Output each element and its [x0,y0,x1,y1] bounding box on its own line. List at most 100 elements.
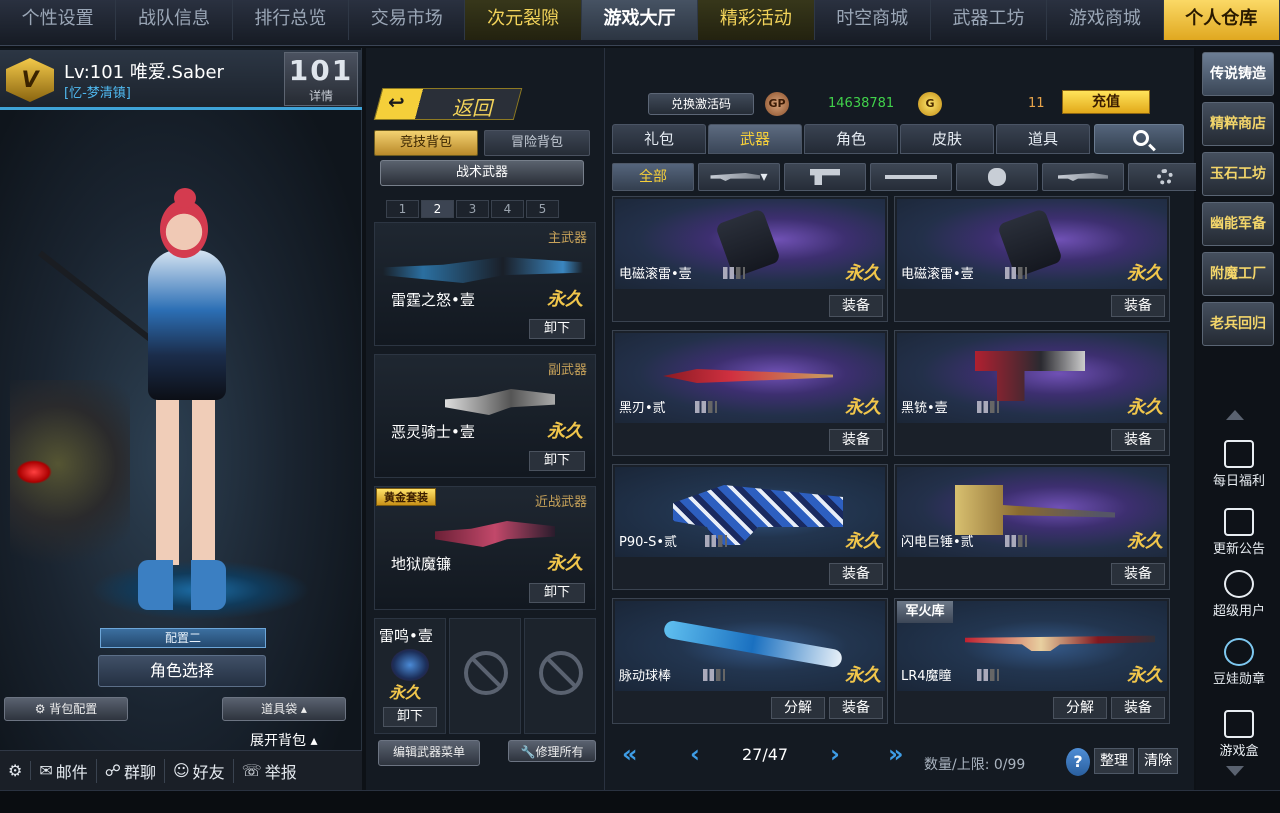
nav-lobby[interactable]: 游戏大厅 [581,0,699,40]
tab-characters[interactable]: 角色 [804,124,898,154]
nav-market[interactable]: 交易市场 [349,0,466,40]
equip-button[interactable]: 装备 [829,429,883,451]
report-button[interactable]: ☏ 举报 [234,759,305,783]
filter-grenade[interactable] [956,163,1038,191]
tab-weapons[interactable]: 武器 [708,124,802,154]
filter-special[interactable] [1042,163,1124,191]
weapon-card[interactable]: 闪电巨锤•贰 永久 装备 [894,464,1170,590]
weapon-card[interactable]: 脉动球棒 永久 分解 装备 [612,598,888,724]
config-label[interactable]: 配置二 [100,628,266,648]
equip-button[interactable]: 装备 [829,697,883,719]
permanent-label: 永久 [845,263,881,284]
game-box-button[interactable]: 游戏盒 [1202,710,1276,759]
primary-weapon-slot[interactable]: 主武器 雷霆之怒•壹 永久 卸下 [374,222,596,346]
nav-events[interactable]: 精彩活动 [698,0,815,40]
weapon-card[interactable]: 电磁滚雷•壹 永久 装备 [894,196,1170,322]
repair-all-button[interactable]: 🔧修理所有 [508,740,596,762]
clear-button[interactable]: 清除 [1138,748,1178,774]
filter-all[interactable]: 全部 [612,163,694,191]
sort-button[interactable]: 整理 [1094,748,1134,774]
filter-melee[interactable] [870,163,952,191]
unload-button[interactable]: 卸下 [529,451,585,471]
filter-rifle[interactable]: ▾ [698,163,780,191]
nav-team-info[interactable]: 战队信息 [116,0,233,40]
equip-button[interactable]: 装备 [1111,697,1165,719]
equip-button[interactable]: 装备 [829,563,883,585]
player-clan[interactable]: [忆-梦清镇] [64,82,131,101]
nav-game-mall[interactable]: 游戏商城 [1047,0,1164,40]
tab-competitive-bag[interactable]: 竞技背包 [374,130,478,156]
side-enchant-factory[interactable]: 附魔工厂 [1202,252,1274,296]
first-page-icon[interactable]: « [622,740,638,768]
announcement-button[interactable]: 更新公告 [1202,508,1276,557]
unload-button[interactable]: 卸下 [529,319,585,339]
side-phantom-armory[interactable]: 幽能军备 [1202,202,1274,246]
scroll-up-icon[interactable] [1226,410,1244,420]
friends-button[interactable]: ☺ 好友 [165,758,234,783]
rank-badge[interactable]: 101 详情 [284,52,358,106]
character-body [148,250,226,400]
settings-gear-icon[interactable]: ⚙ [0,761,32,780]
tab-adventure-bag[interactable]: 冒险背包 [484,130,590,156]
grenade-slot[interactable]: 雷鸣•壹 永久 卸下 [374,618,446,734]
last-page-icon[interactable]: » [888,740,904,768]
nav-rankings[interactable]: 排行总览 [233,0,350,40]
weapon-card[interactable]: P90-S•贰 永久 装备 [612,464,888,590]
equip-button[interactable]: 装备 [1111,429,1165,451]
weapon-card[interactable]: 黑铳•壹 永久 装备 [894,330,1170,456]
daily-welfare-button[interactable]: 每日福利 [1202,440,1276,489]
equip-button[interactable]: 装备 [1111,563,1165,585]
unload-button[interactable]: 卸下 [529,583,585,603]
bag-page-4[interactable]: 4 [491,200,524,218]
super-user-button[interactable]: 超级用户 [1202,570,1276,619]
bag-config-label: 背包配置 [49,702,98,716]
tab-skins[interactable]: 皮肤 [900,124,994,154]
mail-button[interactable]: ✉ 邮件 [31,758,97,783]
item-bag-button[interactable]: 道具袋 ▴ [222,697,346,721]
redeem-code-button[interactable]: 兑换激活码 [648,93,754,115]
tactical-weapons-button[interactable]: 战术武器 [380,160,584,186]
repair-all-label: 修理所有 [535,745,584,759]
edit-weapons-button[interactable]: 编辑武器菜单 [378,740,480,766]
expand-bag-button[interactable]: 展开背包 ▴ [250,730,317,750]
nav-personal-settings[interactable]: 个性设置 [0,0,117,40]
player-name: Lv:101 唯爱.Saber [64,62,224,83]
weapon-card[interactable]: 电磁滚雷•壹 永久 装备 [612,196,888,322]
bag-page-2[interactable]: 2 [421,200,454,218]
side-jade-workshop[interactable]: 玉石工坊 [1202,152,1274,196]
filter-settings[interactable] [1128,163,1202,191]
decompose-button[interactable]: 分解 [1053,697,1107,719]
side-veteran-return[interactable]: 老兵回归 [1202,302,1274,346]
decompose-button[interactable]: 分解 [771,697,825,719]
search-button[interactable] [1094,124,1184,154]
filter-pistol[interactable] [784,163,866,191]
level-bars-icon [1005,267,1027,279]
weapon-card[interactable]: 黑刃•贰 永久 装备 [612,330,888,456]
nav-time-mall[interactable]: 时空商城 [815,0,931,40]
recharge-button[interactable]: 充值 [1062,90,1150,114]
help-icon[interactable]: ? [1066,748,1090,776]
nav-weapon-workshop[interactable]: 武器工坊 [931,0,1048,40]
tab-gift-packs[interactable]: 礼包 [612,124,706,154]
report-icon: ☏ [241,761,262,780]
unload-button[interactable]: 卸下 [383,707,437,727]
medal-button[interactable]: 豆娃勋章 [1202,638,1276,687]
tab-items[interactable]: 道具 [996,124,1090,154]
secondary-weapon-slot[interactable]: 副武器 恶灵骑士•壹 永久 卸下 [374,354,596,478]
nav-rift[interactable]: 次元裂隙 [465,0,582,40]
character-select-button[interactable]: 角色选择 [98,655,266,687]
bag-config-button[interactable]: ⚙ 背包配置 [4,697,128,721]
next-page-icon[interactable]: › [830,740,840,768]
scroll-down-icon[interactable] [1226,766,1244,776]
equip-button[interactable]: 装备 [829,295,883,317]
side-legend-forge[interactable]: 传说铸造 [1202,52,1274,96]
prev-page-icon[interactable]: ‹ [690,740,700,768]
group-chat-button[interactable]: ☍ 群聊 [97,758,165,783]
weapon-card[interactable]: 军火库 LR4魔瞳 永久 分解 装备 [894,598,1170,724]
bag-page-3[interactable]: 3 [456,200,489,218]
side-essence-shop[interactable]: 精粹商店 [1202,102,1274,146]
bag-page-1[interactable]: 1 [386,200,419,218]
nav-personal-warehouse[interactable]: 个人仓库 [1163,0,1280,40]
bag-page-5[interactable]: 5 [526,200,559,218]
equip-button[interactable]: 装备 [1111,295,1165,317]
